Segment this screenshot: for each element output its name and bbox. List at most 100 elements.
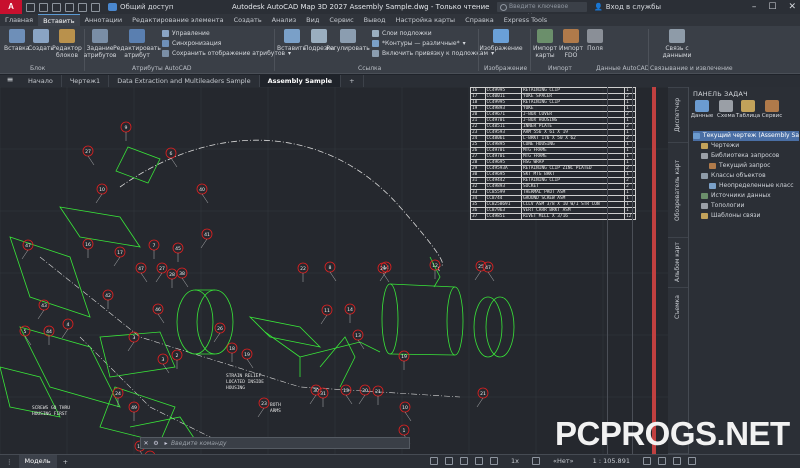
vtab-map-explorer[interactable]: Обозреватель карт	[668, 142, 688, 237]
print-icon[interactable]	[65, 2, 74, 12]
doctab-assembly-sample[interactable]: Assembly Sample	[259, 75, 342, 87]
fields-button[interactable]: Поля	[584, 29, 606, 52]
add-layout-button[interactable]: +	[57, 458, 74, 466]
sync-attributes-button[interactable]: Синхронизация	[162, 40, 221, 47]
tree-item[interactable]: Текущий чертеж (Assembly Sa	[693, 131, 799, 141]
maximize-icon[interactable]: ☐	[768, 2, 776, 12]
isolate-icon[interactable]	[657, 457, 666, 465]
create-block-icon	[32, 29, 49, 43]
close-icon[interactable]: ✕	[141, 440, 151, 447]
coordinate-system[interactable]: «Нет»	[547, 457, 580, 465]
command-input[interactable]: Введите команду	[171, 440, 227, 447]
grid-icon[interactable]	[430, 457, 438, 465]
close-icon[interactable]: ✕	[788, 2, 796, 12]
tab-map-setup[interactable]: Настройка карты	[391, 14, 461, 26]
saveas-icon[interactable]	[52, 2, 61, 12]
fdo-import-button[interactable]: Импорт FDO	[559, 29, 583, 59]
drawing-canvas[interactable]: 47 9 27 10 16 6 17 7 40 41 45 38 43 44 5 4 42 47 27 28 46 3 2 3…	[0, 87, 668, 454]
tree-item[interactable]: Шаблоны связи	[693, 211, 799, 221]
menu-icon[interactable]: ≡	[0, 75, 20, 87]
table-button[interactable]: Таблица	[736, 100, 760, 119]
block-editor-button[interactable]: Редактор блоков	[52, 29, 82, 59]
signin-button[interactable]: 👤 Вход в службы	[594, 3, 661, 11]
layout-menu-icon[interactable]: ⋮	[0, 458, 19, 466]
folder-icon	[701, 213, 708, 219]
customize-icon[interactable]	[687, 457, 696, 465]
tab-feature-edit[interactable]: Редактирование элемента	[127, 14, 228, 26]
doctab-start[interactable]: Начало	[20, 75, 62, 87]
map-import-button[interactable]: Импорт карты	[533, 29, 557, 59]
retain-attribute-display-dropdown[interactable]: Сохранить отображение атрибутов ▾	[162, 50, 291, 57]
tab-annotate[interactable]: Аннотации	[80, 14, 128, 26]
attach-button[interactable]: Вставить	[277, 29, 306, 52]
tab-view[interactable]: Вид	[301, 14, 324, 26]
annotation-scale[interactable]: 1x	[505, 457, 525, 465]
tree-item[interactable]: Топологии	[693, 201, 799, 211]
manage-icon	[162, 30, 169, 37]
tree-item-label: Текущий запрос	[719, 162, 771, 169]
tree-item[interactable]: Классы объектов	[693, 171, 799, 181]
tab-analyze[interactable]: Анализ	[267, 14, 302, 26]
tab-help[interactable]: Справка	[460, 14, 499, 26]
callout-label: 38	[179, 271, 185, 277]
table-row: 37 CC49851 RIVET MILL X 3/16 12	[470, 213, 636, 220]
undo-icon[interactable]	[78, 2, 87, 12]
tab-create[interactable]: Создать	[229, 14, 267, 26]
image-button[interactable]: Изображение	[479, 29, 523, 52]
app-logo[interactable]: A	[0, 0, 22, 14]
data-button[interactable]: Данные	[691, 100, 713, 119]
tab-express-tools[interactable]: Express Tools	[499, 14, 552, 26]
new-tab-button[interactable]: +	[341, 75, 364, 87]
command-line[interactable]: ✕ ⚙ ▸ Введите команду	[140, 437, 410, 449]
tree-item[interactable]: Чертежи	[693, 141, 799, 151]
polar-icon[interactable]	[475, 457, 483, 465]
share-button[interactable]: Общий доступ	[108, 3, 174, 11]
model-tab[interactable]: Модель	[18, 455, 57, 468]
fullscreen-icon[interactable]	[672, 457, 681, 465]
annotation-strain: STRAIN RELIEF	[226, 373, 262, 379]
save-icon[interactable]	[39, 2, 48, 12]
edit-attribute-button[interactable]: Редактировать атрибут	[113, 29, 161, 59]
tab-home[interactable]: Главная	[0, 14, 38, 26]
units-icon[interactable]	[642, 457, 651, 465]
ortho-icon[interactable]	[460, 457, 468, 465]
underlay-layers-button[interactable]: Слои подложки	[372, 30, 432, 37]
workspace-icon[interactable]	[531, 457, 540, 465]
vtab-map-book[interactable]: Альбом карт	[668, 237, 688, 287]
create-block-button[interactable]: Создать	[28, 29, 54, 52]
insert-block-button[interactable]: Вставка	[4, 29, 29, 52]
table-cell: RIVET MILL X 3/16	[520, 213, 626, 220]
map-scale[interactable]: 1 : 105.891	[587, 457, 636, 465]
redo-icon[interactable]	[91, 2, 100, 12]
osnap-icon[interactable]	[490, 457, 498, 465]
define-attributes-button[interactable]: Задание атрибутов	[84, 29, 116, 59]
tree-item[interactable]: Библиотека запросов	[693, 151, 799, 161]
frames-dropdown[interactable]: *Контуры — различные* ▾	[372, 40, 466, 47]
group-reference-label: Ссылка	[358, 65, 382, 72]
schema-button[interactable]: Схема	[715, 100, 737, 119]
data-link-button[interactable]: Связь с данными	[660, 29, 694, 59]
table-cell: 12	[624, 213, 636, 220]
open-icon[interactable]	[26, 2, 35, 12]
vtab-explorer[interactable]: Диспетчер	[668, 87, 688, 142]
minimize-icon[interactable]: –	[752, 2, 757, 12]
tree-item[interactable]: Источники данных	[693, 191, 799, 201]
snap-icon[interactable]	[445, 457, 453, 465]
tab-tools[interactable]: Сервис	[324, 14, 358, 26]
tree-item[interactable]: Неопределенные класс	[693, 181, 799, 191]
tools-button[interactable]: Сервис	[761, 100, 783, 119]
manage-attributes-button[interactable]: Управление	[162, 30, 210, 37]
doctab-data-extraction[interactable]: Data Extraction and Multileaders Sample	[109, 75, 260, 87]
snap-to-underlays-dropdown[interactable]: Включить привязку к подложкам ▾	[372, 50, 494, 57]
callout-label: 23	[261, 401, 267, 407]
adjust-button[interactable]: Регулировать	[326, 29, 370, 52]
tab-output[interactable]: Вывод	[359, 14, 391, 26]
search-input[interactable]: Введите ключевое слово/фразу	[497, 2, 587, 20]
wrench-icon[interactable]: ⚙	[151, 440, 161, 447]
callout-label: 7	[153, 243, 156, 249]
vtab-survey[interactable]: Съемка	[668, 287, 688, 327]
attach-icon	[283, 29, 300, 43]
tree-item[interactable]: Текущий запрос	[693, 161, 799, 171]
doctab-drawing1[interactable]: Чертеж1	[62, 75, 110, 87]
tab-insert[interactable]: Вставить	[38, 14, 80, 26]
